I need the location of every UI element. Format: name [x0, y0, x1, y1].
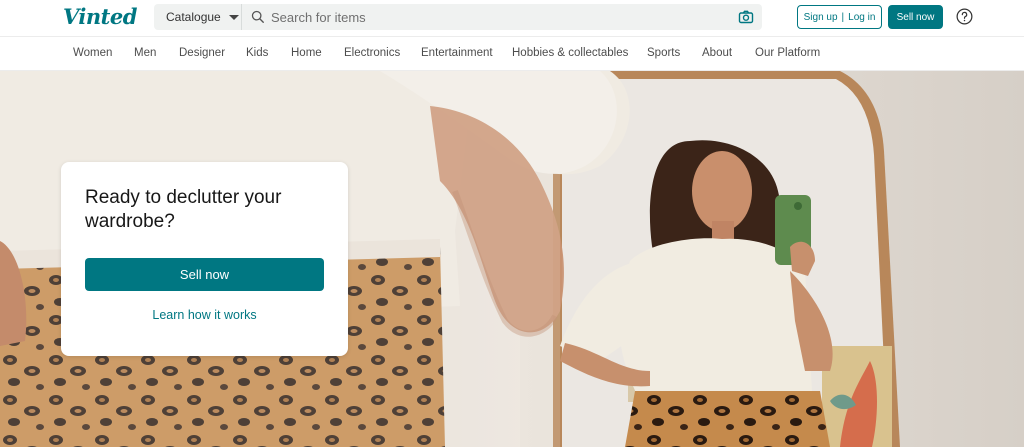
catalogue-label: Catalogue — [166, 10, 221, 24]
search-icon — [251, 10, 264, 23]
signup-link[interactable]: Sign up — [804, 12, 838, 23]
nav-item-home[interactable]: Home — [291, 47, 322, 59]
nav-item-our-platform[interactable]: Our Platform — [755, 47, 820, 59]
search-bar: Catalogue — [154, 4, 762, 30]
nav-item-sports[interactable]: Sports — [647, 47, 680, 59]
separator: | — [841, 11, 845, 23]
hero-banner: Ready to declutter your wardrobe? Sell n… — [0, 71, 1024, 447]
nav-item-electronics[interactable]: Electronics — [344, 47, 400, 59]
chevron-down-icon — [228, 14, 239, 20]
camera-icon[interactable] — [738, 9, 754, 25]
learn-how-it-works-link[interactable]: Learn how it works — [85, 308, 324, 322]
nav-item-hobbies[interactable]: Hobbies & collectables — [512, 47, 628, 59]
catalogue-dropdown[interactable]: Catalogue — [154, 4, 242, 30]
card-title: Ready to declutter your wardrobe? — [85, 187, 282, 232]
nav-item-kids[interactable]: Kids — [246, 47, 268, 59]
signup-login-button[interactable]: Sign up | Log in — [797, 5, 882, 29]
card-sell-now-button[interactable]: Sell now — [85, 258, 324, 291]
nav-item-designer[interactable]: Designer — [179, 47, 225, 59]
search-input[interactable] — [265, 4, 738, 30]
nav-item-men[interactable]: Men — [134, 47, 156, 59]
category-nav: Women Men Designer Kids Home Electronics… — [0, 36, 1024, 71]
help-circle-icon[interactable] — [956, 8, 973, 25]
declutter-card: Ready to declutter your wardrobe? Sell n… — [61, 162, 348, 356]
top-header: Vinted Catalogue Sign up | Log in Sell n… — [0, 0, 1024, 36]
login-link[interactable]: Log in — [848, 12, 875, 23]
nav-item-about[interactable]: About — [702, 47, 732, 59]
header-sell-now-button[interactable]: Sell now — [888, 5, 943, 29]
nav-item-women[interactable]: Women — [73, 47, 112, 59]
nav-item-entertainment[interactable]: Entertainment — [421, 47, 493, 59]
vinted-logo[interactable]: Vinted — [63, 4, 137, 29]
